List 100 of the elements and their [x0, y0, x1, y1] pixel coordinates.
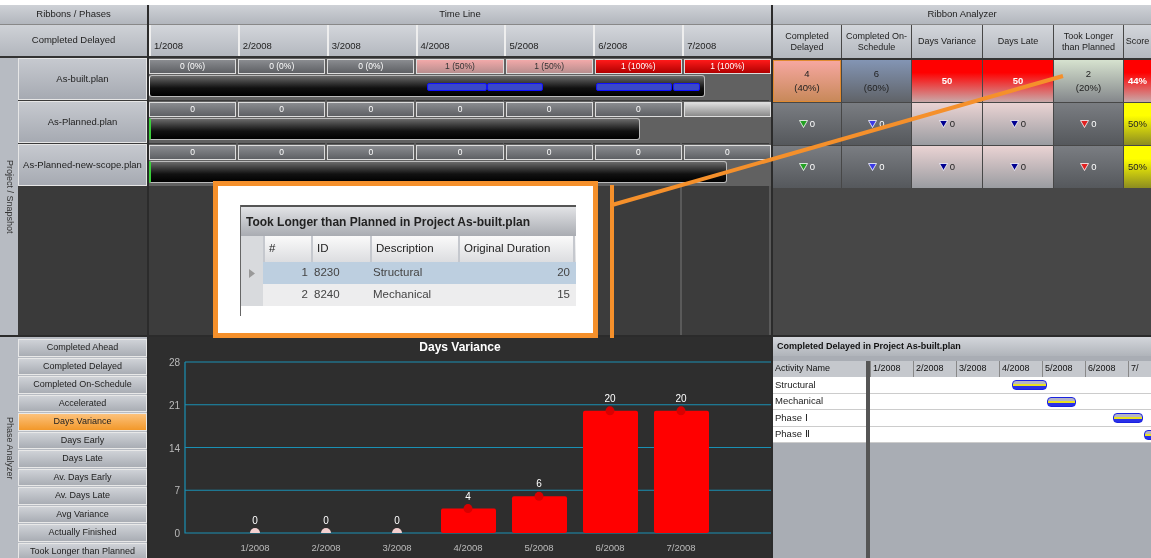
- metric-value: 0: [1020, 116, 1027, 131]
- data-label: 6: [536, 478, 542, 490]
- panel-header: Ribbon Analyzer: [773, 5, 1151, 25]
- metric-value: 50%: [1128, 159, 1147, 174]
- period-count: 1 (50%): [416, 59, 504, 74]
- axis-tick-label: 0: [174, 528, 180, 539]
- panel-header: Time Line: [149, 5, 771, 25]
- down-triangle-icon: [868, 163, 878, 171]
- period-count: 0: [505, 145, 593, 160]
- metric-value: 0: [1091, 116, 1097, 131]
- data-label: 0: [323, 515, 329, 526]
- menu-item[interactable]: Actually Finished: [18, 524, 147, 542]
- column-header: #: [263, 236, 311, 262]
- column-header: Took Longer than Planned: [1054, 25, 1123, 58]
- column-header: Days Late: [983, 25, 1053, 58]
- metric-value: 6: [873, 66, 880, 81]
- project-button[interactable]: As-Planned-new-scope.plan: [18, 144, 147, 186]
- grid-title: Took Longer than Planned in Project As-built.plan: [241, 205, 576, 236]
- metric-value: 2: [1085, 66, 1092, 81]
- axis-category-label: 5/2008: [524, 542, 554, 553]
- data-point-marker: [463, 504, 473, 514]
- period-count: 1 (50%): [505, 59, 593, 74]
- axis-tick-label: 21: [168, 399, 180, 411]
- menu-item[interactable]: Avg Variance: [18, 505, 147, 523]
- period-count: 0: [416, 145, 504, 160]
- chart-title: Days Variance: [419, 339, 501, 356]
- period-count: 1 (100%): [594, 59, 682, 74]
- period-count: 0: [327, 145, 415, 160]
- data-label: 20: [604, 392, 616, 404]
- table-cell: 8230: [311, 262, 370, 284]
- menu-item[interactable]: Days Variance: [18, 413, 147, 431]
- menu-item[interactable]: Completed Ahead: [18, 339, 147, 357]
- menu-item[interactable]: Completed Delayed: [18, 357, 147, 375]
- period-count: 0 (0%): [149, 59, 237, 74]
- data-point-marker: [676, 406, 686, 416]
- down-triangle-icon: [1009, 120, 1019, 128]
- metric-value: 50: [1012, 73, 1024, 88]
- metric-value: 44%: [1128, 73, 1147, 88]
- period-count: 0: [238, 102, 326, 117]
- month-header: 1/2008: [149, 25, 238, 56]
- axis-tick-label: 7: [174, 485, 180, 497]
- menu-item[interactable]: Days Early: [18, 431, 147, 449]
- metric-header: Completed Delayed: [0, 25, 147, 58]
- axis-category-label: 7/2008: [666, 542, 696, 553]
- column-header: Days Variance: [912, 25, 982, 58]
- down-triangle-icon: [1009, 163, 1019, 171]
- panel-header: Ribbons / Phases: [0, 5, 147, 25]
- data-point-marker: [250, 528, 260, 533]
- menu-item[interactable]: Completed On-Schedule: [18, 376, 147, 394]
- down-triangle-icon: [798, 120, 808, 128]
- data-point-marker: [605, 406, 615, 416]
- period-count: 1 (100%): [683, 59, 771, 74]
- table-cell: 20: [458, 262, 573, 284]
- data-point-marker: [321, 528, 331, 533]
- period-count: 0: [594, 102, 682, 117]
- table-cell: Structural: [370, 262, 458, 284]
- month-header: 3/2008: [326, 25, 416, 56]
- period-count: 0: [594, 145, 682, 160]
- metric-share: (40%): [794, 81, 820, 95]
- data-label: 20: [675, 392, 687, 404]
- down-triangle-icon: [868, 120, 878, 128]
- data-label: 0: [394, 515, 400, 526]
- month-header: 5/2008: [504, 25, 594, 56]
- period-count: 0: [238, 145, 326, 160]
- month-header: 6/2008: [593, 25, 683, 56]
- activity-name: Phase Ⅰ: [773, 410, 866, 427]
- data-point-marker: [392, 528, 402, 533]
- metric-value: 4: [804, 66, 810, 81]
- down-triangle-icon: [938, 120, 948, 128]
- gantt-bar: [1046, 396, 1077, 407]
- down-triangle-icon: [798, 163, 808, 171]
- data-label: 0: [252, 515, 258, 526]
- row-pointer-icon: [249, 268, 255, 278]
- side-label: Project / Snapshot: [3, 159, 16, 234]
- column-header: ID: [311, 236, 370, 262]
- menu-item[interactable]: Av. Days Early: [18, 468, 147, 486]
- menu-item[interactable]: Accelerated: [18, 394, 147, 412]
- metric-value: 0: [1020, 159, 1027, 174]
- project-button[interactable]: As-built.plan: [18, 58, 147, 100]
- metric-value: 0: [809, 159, 816, 174]
- axis-category-label: 3/2008: [382, 542, 412, 553]
- metric-value: 50%: [1128, 116, 1147, 131]
- period-count: 0 (0%): [238, 59, 326, 74]
- menu-item[interactable]: Took Longer than Planned: [18, 542, 147, 558]
- data-label: 4: [465, 490, 471, 502]
- project-button[interactable]: As-Planned.plan: [18, 101, 147, 143]
- menu-item[interactable]: Av. Days Late: [18, 487, 147, 505]
- down-triangle-icon: [1080, 120, 1090, 128]
- axis-tick-label: 28: [168, 357, 180, 368]
- menu-item[interactable]: Days Late: [18, 450, 147, 468]
- month-header: 2/2008: [237, 25, 327, 56]
- table-cell: 1: [263, 262, 311, 284]
- down-triangle-icon: [1080, 163, 1090, 171]
- period-count: 0 (0%): [327, 59, 415, 74]
- metric-value: 0: [879, 159, 885, 174]
- metric-value: 0: [809, 116, 816, 131]
- axis-category-label: 1/2008: [240, 542, 270, 553]
- metric-value: 0: [949, 116, 956, 131]
- month-header: 4/2008: [415, 25, 505, 56]
- period-count: 0: [327, 102, 415, 117]
